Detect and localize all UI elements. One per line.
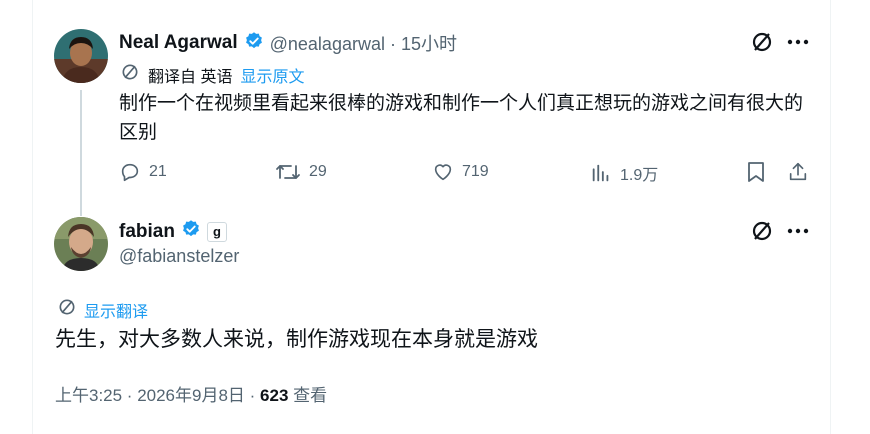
- handle-time: @nealagarwal · 15小时: [269, 34, 457, 54]
- views-action[interactable]: 1.9万: [590, 161, 658, 185]
- verified-icon: [181, 219, 201, 244]
- like-icon: [432, 161, 454, 183]
- show-translation[interactable]: 显示翻译: [57, 297, 148, 322]
- translated-from: 翻译自 英语: [148, 68, 233, 86]
- more-icon[interactable]: [784, 29, 812, 55]
- tweet2-meta: 上午3:25 · 2026年9月8日 · 623 查看: [55, 381, 327, 406]
- grok-slash-icon[interactable]: [749, 29, 775, 55]
- tweet2-text: 先生，对大多数人来说，制作游戏现在本身就是游戏: [55, 328, 538, 351]
- tweet2-header: fabian g: [119, 219, 227, 244]
- like-action[interactable]: 719: [432, 161, 489, 183]
- views-label: 查看: [288, 386, 328, 405]
- views-count: 623: [260, 386, 289, 405]
- views-count: 1.9万: [620, 167, 659, 184]
- like-count: 719: [462, 163, 489, 180]
- handle[interactable]: @fabianstelzer: [119, 246, 239, 267]
- translate-icon: [120, 62, 140, 87]
- avatar-neal[interactable]: [54, 29, 108, 83]
- column-border-left: [32, 0, 33, 434]
- tweet1-header: Neal Agarwal @nealagarwal · 15小时: [119, 30, 457, 56]
- reply-icon: [119, 161, 141, 183]
- translate-icon: [57, 297, 77, 322]
- retweet-icon: [275, 161, 301, 183]
- verified-icon: [244, 31, 264, 56]
- show-original-link[interactable]: 显示原文: [240, 63, 304, 87]
- translation-note: 翻译自 英语 显示原文: [120, 62, 304, 87]
- author-name[interactable]: fabian: [119, 221, 175, 243]
- share-icon[interactable]: [786, 160, 810, 184]
- affiliate-badge[interactable]: g: [206, 221, 227, 242]
- views-icon: [590, 162, 612, 184]
- more-icon[interactable]: [784, 218, 812, 244]
- reply-action[interactable]: 21: [119, 161, 167, 183]
- thread-line: [80, 90, 82, 216]
- bookmark-icon[interactable]: [744, 160, 768, 184]
- tweet1-text: 制作一个在视频里看起来很棒的游戏和制作一个人们真正想玩的游戏之间有很大的区别: [119, 93, 804, 143]
- timestamp[interactable]: 上午3:25 · 2026年9月8日 ·: [55, 386, 260, 405]
- reply-count: 21: [149, 163, 167, 180]
- show-translation-link[interactable]: 显示翻译: [84, 298, 148, 322]
- retweet-count: 29: [309, 163, 327, 180]
- avatar-fabian[interactable]: [54, 217, 108, 271]
- retweet-action[interactable]: 29: [275, 161, 327, 183]
- grok-slash-icon[interactable]: [749, 218, 775, 244]
- column-border-right: [830, 0, 831, 434]
- author-name[interactable]: Neal Agarwal: [119, 32, 238, 54]
